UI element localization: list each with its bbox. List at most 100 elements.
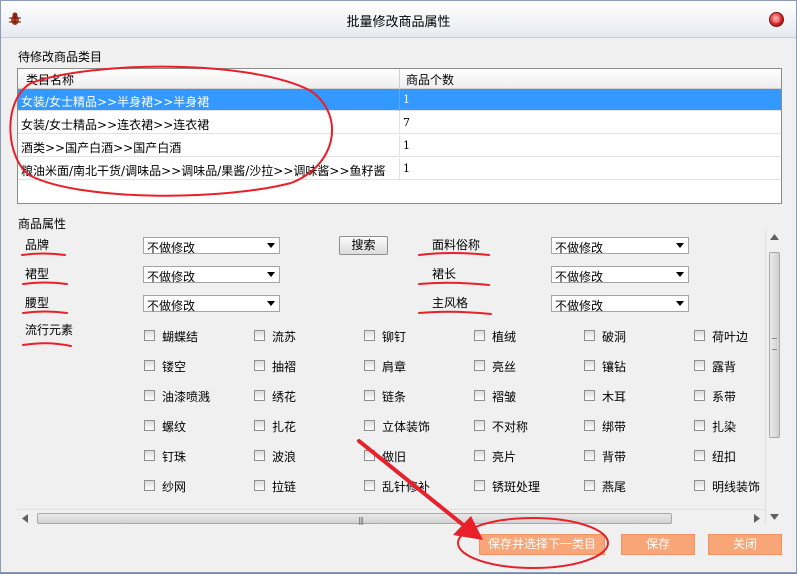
table-row[interactable]: 女装/女士精品>>半身裙>>半身裙 1	[18, 89, 781, 111]
checkbox-box[interactable]	[364, 360, 375, 371]
annotation-underline-skirt-length	[418, 281, 490, 286]
checkbox-box[interactable]	[254, 390, 265, 401]
checkbox-label: 露背	[712, 360, 737, 374]
grid-header: 类目名称 商品个数	[18, 69, 781, 89]
annotation-underline-brand	[21, 252, 66, 256]
checkbox-box[interactable]	[364, 330, 375, 341]
scroll-down-icon[interactable]	[770, 514, 779, 520]
skirt-length-select[interactable]: 不做修改	[551, 266, 689, 284]
checkbox-box[interactable]	[584, 420, 595, 431]
checkbox-label: 燕尾	[602, 480, 627, 494]
checkbox-label: 拉链	[272, 480, 297, 494]
horizontal-scrollbar[interactable]: |||	[17, 509, 765, 527]
brand-label: 品牌	[25, 238, 50, 252]
checkbox-box[interactable]	[584, 480, 595, 491]
checkbox-box[interactable]	[474, 450, 485, 461]
checkbox-box[interactable]	[694, 480, 705, 491]
scroll-left-icon[interactable]	[22, 514, 28, 523]
checkbox-label: 纽扣	[712, 450, 737, 464]
vertical-scroll-thumb[interactable]	[769, 252, 780, 438]
checkbox-box[interactable]	[474, 360, 485, 371]
skirt-type-select[interactable]: 不做修改	[143, 266, 280, 284]
annotation-underline-skirt-type	[22, 281, 68, 285]
checkbox-label: 镶钻	[602, 360, 627, 374]
column-header-name[interactable]: 类目名称	[26, 71, 74, 88]
checkbox-box[interactable]	[694, 420, 705, 431]
checkbox-label: 立体装饰	[382, 420, 431, 434]
checkbox-box[interactable]	[144, 450, 155, 461]
checkbox-box[interactable]	[694, 390, 705, 401]
checkbox-label: 螺纹	[162, 420, 187, 434]
annotation-underline-main-style	[418, 310, 492, 315]
main-style-select[interactable]: 不做修改	[551, 295, 689, 313]
category-count: 1	[403, 162, 410, 175]
category-count: 1	[403, 93, 410, 106]
scroll-right-icon[interactable]	[754, 514, 760, 523]
checkbox-label: 明线装饰	[712, 480, 761, 494]
checkbox-box[interactable]	[694, 450, 705, 461]
checkbox-box[interactable]	[144, 390, 155, 401]
save-button[interactable]: 保存	[621, 534, 695, 555]
checkbox-box[interactable]	[474, 420, 485, 431]
checkbox-box[interactable]	[584, 360, 595, 371]
checkbox-box[interactable]	[144, 330, 155, 341]
category-name: 粮油米面/南北干货/调味品>>调味品/果酱/沙拉>>调味酱>>鱼籽酱	[21, 164, 386, 178]
checkbox-label: 链条	[382, 390, 407, 404]
category-name: 女装/女士精品>>连衣裙>>连衣裙	[21, 118, 210, 132]
checkbox-box[interactable]	[254, 330, 265, 341]
checkbox-box[interactable]	[584, 330, 595, 341]
checkbox-box[interactable]	[584, 390, 595, 401]
checkbox-box[interactable]	[254, 450, 265, 461]
checkbox-box[interactable]	[694, 330, 705, 341]
checkbox-label: 破洞	[602, 330, 627, 344]
checkbox-box[interactable]	[474, 330, 485, 341]
checkbox-box[interactable]	[364, 480, 375, 491]
checkbox-label: 亮丝	[492, 360, 517, 374]
checkbox-box[interactable]	[474, 480, 485, 491]
chevron-down-icon	[267, 243, 275, 248]
category-grid: 类目名称 商品个数 女装/女士精品>>半身裙>>半身裙 1 女装/女士精品>>连…	[17, 68, 782, 204]
category-count: 1	[403, 139, 410, 152]
chevron-down-icon	[267, 272, 275, 277]
horizontal-scroll-thumb[interactable]: |||	[37, 513, 672, 525]
checkbox-box[interactable]	[144, 360, 155, 371]
main-style-label: 主风格	[432, 296, 469, 310]
checkbox-box[interactable]	[254, 360, 265, 371]
window-title: 批量修改商品属性	[346, 15, 451, 30]
checkbox-box[interactable]	[144, 480, 155, 491]
checkbox-label: 系带	[712, 390, 737, 404]
table-row[interactable]: 酒类>>国产白酒>>国产白酒 1	[18, 135, 781, 157]
checkbox-box[interactable]	[364, 390, 375, 401]
checkbox-label: 纱网	[162, 480, 187, 494]
checkbox-box[interactable]	[364, 420, 375, 431]
save-and-next-button[interactable]: 保存并选择下一类目	[479, 534, 605, 555]
close-button[interactable]: 关闭	[708, 534, 782, 555]
checkbox-box[interactable]	[364, 450, 375, 461]
dialog-window: 批量修改商品属性 待修改商品类目 类目名称 商品个数 女装/女士精品>>半身裙>…	[0, 0, 797, 573]
checkbox-label: 波浪	[272, 450, 297, 464]
checkbox-box[interactable]	[144, 420, 155, 431]
brand-select[interactable]: 不做修改	[143, 237, 280, 255]
category-name: 女装/女士精品>>半身裙>>半身裙	[21, 95, 210, 109]
checkbox-label: 乱针修补	[382, 480, 431, 494]
checkbox-box[interactable]	[584, 450, 595, 461]
checkbox-label: 扎染	[712, 420, 737, 434]
table-row[interactable]: 粮油米面/南北干货/调味品>>调味品/果酱/沙拉>>调味酱>>鱼籽酱 1	[18, 158, 781, 180]
checkbox-label: 流苏	[272, 330, 297, 344]
search-button[interactable]: 搜索	[339, 236, 388, 255]
waist-type-select[interactable]: 不做修改	[143, 295, 280, 313]
checkbox-label: 做旧	[382, 450, 407, 464]
checkbox-box[interactable]	[474, 390, 485, 401]
chevron-down-icon	[267, 301, 275, 306]
vertical-scrollbar[interactable]	[765, 230, 783, 525]
checkbox-box[interactable]	[254, 420, 265, 431]
checkbox-box[interactable]	[254, 480, 265, 491]
column-header-count[interactable]: 商品个数	[406, 71, 454, 88]
checkbox-box[interactable]	[694, 360, 705, 371]
table-row[interactable]: 女装/女士精品>>连衣裙>>连衣裙 7	[18, 112, 781, 134]
annotation-underline-fabric	[418, 252, 490, 256]
fabric-select[interactable]: 不做修改	[551, 237, 689, 255]
fabric-label: 面料俗称	[432, 238, 481, 252]
close-icon[interactable]	[769, 12, 784, 27]
scroll-up-icon[interactable]	[770, 234, 779, 240]
